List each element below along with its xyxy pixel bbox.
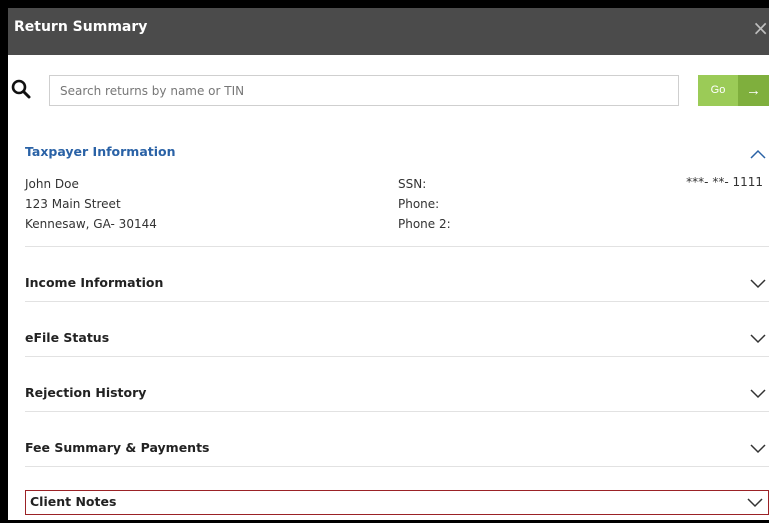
close-icon[interactable]: × (752, 16, 769, 40)
search-input[interactable] (49, 75, 679, 106)
section-efile-status: eFile Status (25, 302, 769, 357)
search-row: Go → (8, 72, 769, 108)
taxpayer-city-state-zip: Kennesaw, GA- 30144 (25, 217, 157, 231)
section-rejection-history: Rejection History (25, 357, 769, 412)
go-button[interactable]: Go → (698, 75, 769, 106)
chevron-down-icon[interactable] (749, 277, 767, 289)
income-information-header[interactable]: Income Information (25, 247, 769, 301)
chevron-down-icon[interactable] (749, 332, 767, 344)
chevron-down-icon[interactable] (746, 496, 764, 508)
taxpayer-address: John Doe 123 Main Street Kennesaw, GA- 3… (25, 174, 157, 234)
section-taxpayer-information: Taxpayer Information John Doe 123 Main S… (25, 126, 769, 247)
chevron-up-icon[interactable] (749, 148, 767, 160)
chevron-down-icon[interactable] (749, 442, 767, 454)
section-client-notes[interactable]: Client Notes (25, 490, 769, 515)
efile-status-header[interactable]: eFile Status (25, 302, 769, 356)
section-fee-summary-payments: Fee Summary & Payments (25, 412, 769, 467)
title-bar: Return Summary × (8, 8, 769, 55)
phone-label: Phone: (398, 197, 440, 211)
return-summary-dialog: Return Summary × Go → Taxpayer Informati… (0, 0, 769, 523)
go-button-label: Go (698, 75, 738, 106)
section-income-information: Income Information (25, 247, 769, 302)
rejection-history-header[interactable]: Rejection History (25, 357, 769, 411)
taxpayer-name: John Doe (25, 177, 79, 191)
section-title: Income Information (25, 275, 164, 290)
section-title: Client Notes (30, 494, 117, 509)
taxpayer-contact-labels: SSN: Phone: Phone 2: (398, 174, 451, 234)
phone2-label: Phone 2: (398, 217, 451, 231)
arrow-right-icon: → (738, 75, 769, 106)
section-title: Rejection History (25, 385, 147, 400)
taxpayer-information-header[interactable]: Taxpayer Information (25, 126, 769, 180)
chevron-down-icon[interactable] (749, 387, 767, 399)
section-title: Taxpayer Information (25, 144, 176, 159)
section-title: eFile Status (25, 330, 110, 345)
dialog-title: Return Summary (14, 19, 148, 35)
section-title: Fee Summary & Payments (25, 440, 210, 455)
ssn-label: SSN: (398, 177, 427, 191)
fee-summary-payments-header[interactable]: Fee Summary & Payments (25, 412, 769, 466)
taxpayer-street: 123 Main Street (25, 197, 121, 211)
taxpayer-contact-values: ***- **- 1111 (686, 172, 763, 192)
search-icon[interactable] (10, 78, 32, 100)
ssn-value: ***- **- 1111 (686, 175, 763, 189)
